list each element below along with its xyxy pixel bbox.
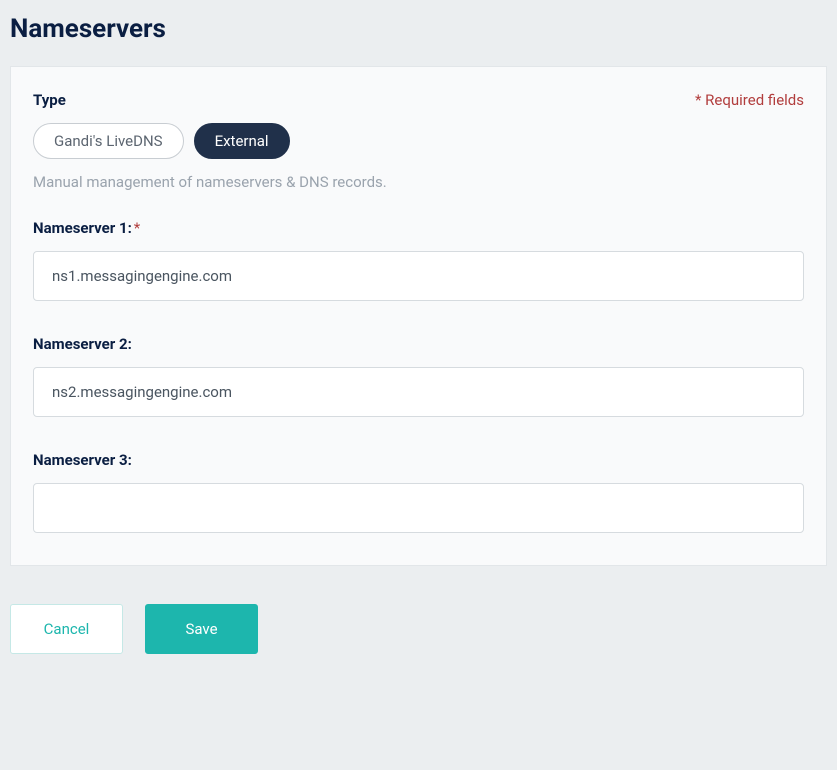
- page-title: Nameservers: [0, 0, 837, 66]
- type-label: Type: [33, 91, 804, 109]
- nameserver-2-input[interactable]: [33, 367, 804, 417]
- action-bar: Cancel Save: [0, 566, 837, 654]
- required-asterisk: *: [134, 219, 140, 237]
- type-field-group: Type Gandi's LiveDNS External Manual man…: [33, 91, 804, 191]
- type-toggle-row: Gandi's LiveDNS External: [33, 123, 804, 159]
- nameservers-panel: * Required fields Type Gandi's LiveDNS E…: [10, 66, 827, 566]
- nameserver-2-block: Nameserver 2:: [33, 335, 804, 417]
- nameserver-1-input[interactable]: [33, 251, 804, 301]
- save-button[interactable]: Save: [145, 604, 258, 654]
- nameserver-3-label: Nameserver 3:: [33, 451, 804, 469]
- nameserver-3-input[interactable]: [33, 483, 804, 533]
- nameserver-1-label: Nameserver 1:*: [33, 219, 804, 237]
- type-option-external[interactable]: External: [194, 123, 290, 159]
- nameserver-1-label-text: Nameserver 1:: [33, 219, 132, 237]
- type-hint: Manual management of nameservers & DNS r…: [33, 173, 804, 191]
- required-fields-note: * Required fields: [695, 91, 804, 109]
- nameserver-3-block: Nameserver 3:: [33, 451, 804, 533]
- nameserver-1-block: Nameserver 1:*: [33, 219, 804, 301]
- type-option-livedns[interactable]: Gandi's LiveDNS: [33, 123, 184, 159]
- nameserver-2-label: Nameserver 2:: [33, 335, 804, 353]
- cancel-button[interactable]: Cancel: [10, 604, 123, 654]
